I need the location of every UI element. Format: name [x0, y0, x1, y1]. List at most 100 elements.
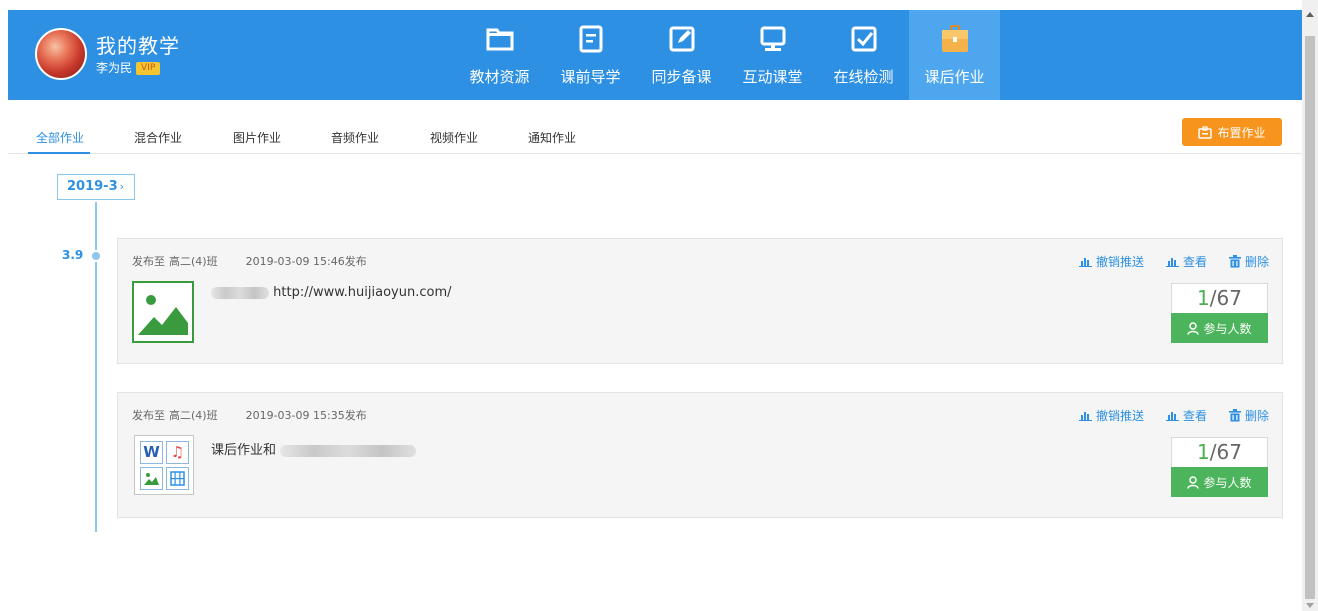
- participants-label: 参与人数: [1203, 475, 1252, 490]
- class-name: 高二(4)班: [169, 409, 218, 422]
- tab-notice[interactable]: 通知作业: [528, 129, 576, 146]
- user-info: 李为民 VIP: [96, 59, 161, 76]
- mixed-homework-icon[interactable]: W ♫: [134, 435, 194, 495]
- revoke-push-label: 撤销推送: [1095, 255, 1144, 269]
- tab-audio[interactable]: 音频作业: [331, 129, 379, 146]
- homework-text: http://www.huijiaoyun.com/: [273, 285, 452, 300]
- homework-tabs: 全部作业 混合作业 图片作业 音频作业 视频作业 通知作业 布置作业: [8, 118, 1302, 154]
- scroll-thumb[interactable]: [1305, 36, 1315, 599]
- homework-actions: 撤销推送 查看 删除: [1078, 253, 1269, 270]
- timeline-day: 3.9: [62, 248, 84, 262]
- participants-button[interactable]: 参与人数: [1171, 467, 1268, 497]
- nav-label: 互动课堂: [742, 68, 803, 86]
- publish-time: 2019-03-09 15:46发布: [245, 255, 367, 268]
- assign-icon: [1198, 125, 1213, 139]
- nav-item-textbook[interactable]: 教材资源: [454, 10, 545, 100]
- image-icon: [138, 295, 188, 335]
- edit-icon: [669, 26, 694, 52]
- timeline-month-label: 2019-3: [67, 179, 118, 194]
- homework-meta: 发布至 高二(4)班 2019-03-09 15:46发布: [132, 253, 367, 269]
- homework-card: 发布至 高二(4)班 2019-03-09 15:46发布 http://www.h…: [117, 238, 1283, 364]
- blurred-text: [211, 286, 269, 299]
- user-icon: [1187, 321, 1200, 335]
- assign-homework-button[interactable]: 布置作业: [1182, 118, 1282, 146]
- homework-content: http://www.huijiaoyun.com/: [211, 285, 451, 300]
- revoke-push-button[interactable]: 撤销推送: [1078, 253, 1144, 270]
- total-count: /67: [1209, 440, 1242, 464]
- revoke-push-button[interactable]: 撤销推送: [1078, 407, 1144, 424]
- briefcase-icon: [941, 25, 968, 52]
- revoke-push-label: 撤销推送: [1095, 409, 1144, 423]
- homework-meta: 发布至 高二(4)班 2019-03-09 15:35发布: [132, 407, 367, 423]
- monitor-icon: [760, 26, 785, 51]
- image-icon: [140, 467, 163, 490]
- nav-label: 课后作业: [924, 68, 985, 86]
- trash-icon: [1228, 409, 1241, 422]
- submission-ratio: 1/67: [1171, 283, 1268, 313]
- nav-item-prepare[interactable]: 同步备课: [636, 10, 727, 100]
- word-icon: W: [140, 441, 163, 464]
- tab-image[interactable]: 图片作业: [233, 129, 281, 146]
- page: 我的教学 李为民 VIP 教材资源 课前导学 同步备课 互动课堂 在线检测 课后…: [0, 0, 1318, 611]
- delete-button[interactable]: 删除: [1228, 253, 1269, 270]
- submitted-count: 1: [1197, 440, 1210, 464]
- scroll-down-arrow-icon[interactable]: [1306, 603, 1314, 608]
- delete-label: 删除: [1244, 255, 1269, 269]
- participants-button[interactable]: 参与人数: [1171, 313, 1268, 343]
- delete-label: 删除: [1244, 409, 1269, 423]
- view-button[interactable]: 查看: [1165, 407, 1207, 424]
- video-icon: [166, 467, 189, 490]
- nav-label: 在线检测: [833, 68, 894, 86]
- homework-content: 课后作业和: [211, 439, 417, 458]
- homework-actions: 撤销推送 查看 删除: [1078, 407, 1269, 424]
- homework-text: 课后作业和: [211, 443, 277, 458]
- tab-all[interactable]: 全部作业: [36, 129, 84, 146]
- view-button[interactable]: 查看: [1165, 253, 1207, 270]
- tab-video[interactable]: 视频作业: [430, 129, 478, 146]
- scroll-up-arrow-icon[interactable]: [1306, 12, 1314, 17]
- avatar[interactable]: [35, 28, 87, 80]
- bar-chart-icon: [1165, 412, 1179, 421]
- submitted-count: 1: [1197, 286, 1210, 310]
- bar-chart-icon: [1165, 258, 1179, 267]
- published-to-label: 发布至: [132, 409, 165, 422]
- published-to-label: 发布至: [132, 255, 165, 268]
- bar-chart-icon: [1078, 258, 1092, 267]
- user-name: 李为民: [96, 61, 133, 75]
- vertical-scrollbar[interactable]: [1302, 0, 1318, 611]
- top-header: 我的教学 李为民 VIP 教材资源 课前导学 同步备课 互动课堂 在线检测 课后…: [8, 10, 1302, 100]
- total-count: /67: [1209, 286, 1242, 310]
- folder-icon: [486, 28, 513, 51]
- music-icon: ♫: [166, 441, 189, 464]
- participation-count: 1/67 参与人数: [1171, 437, 1268, 497]
- chevron-right-icon: ›: [119, 180, 125, 193]
- submission-ratio: 1/67: [1171, 437, 1268, 467]
- main-nav: 教材资源 课前导学 同步备课 互动课堂 在线检测 课后作业: [454, 10, 1000, 100]
- nav-label: 课前导学: [560, 68, 621, 86]
- tab-mixed[interactable]: 混合作业: [134, 129, 182, 146]
- view-label: 查看: [1182, 409, 1207, 423]
- publish-time: 2019-03-09 15:35发布: [245, 409, 367, 422]
- delete-button[interactable]: 删除: [1228, 407, 1269, 424]
- participants-label: 参与人数: [1203, 321, 1252, 336]
- bar-chart-icon: [1078, 412, 1092, 421]
- nav-item-preview[interactable]: 课前导学: [545, 10, 636, 100]
- class-name: 高二(4)班: [169, 255, 218, 268]
- view-label: 查看: [1182, 255, 1207, 269]
- page-title: 我的教学: [96, 34, 180, 58]
- participation-count: 1/67 参与人数: [1171, 283, 1268, 343]
- nav-label: 教材资源: [469, 68, 530, 86]
- nav-item-test[interactable]: 在线检测: [818, 10, 909, 100]
- trash-icon: [1228, 255, 1241, 268]
- blurred-text: [280, 444, 417, 457]
- image-homework-icon[interactable]: [132, 281, 194, 343]
- timeline-dot: [90, 250, 102, 262]
- nav-item-homework[interactable]: 课后作业: [909, 10, 1000, 100]
- nav-item-classroom[interactable]: 互动课堂: [727, 10, 818, 100]
- vip-badge: VIP: [136, 62, 161, 75]
- active-tab-indicator: [28, 152, 90, 154]
- timeline-month[interactable]: 2019-3 ›: [57, 174, 135, 200]
- user-icon: [1187, 475, 1200, 489]
- nav-label: 同步备课: [651, 68, 712, 86]
- assign-homework-label: 布置作业: [1217, 125, 1266, 140]
